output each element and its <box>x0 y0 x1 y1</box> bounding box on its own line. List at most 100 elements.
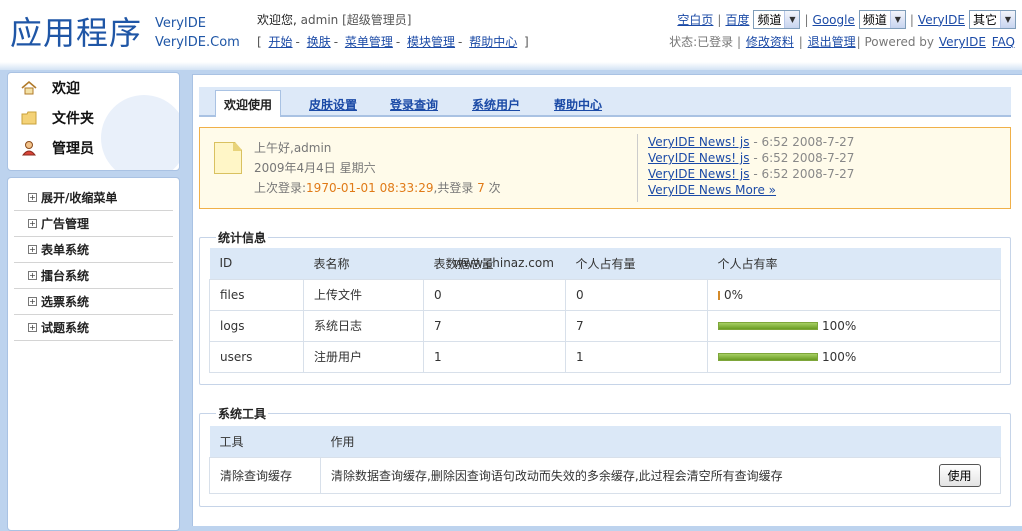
menu-item-forms[interactable]: + 表单系统 <box>14 237 173 263</box>
news-list: VeryIDE News! js - 6:52 2008-7-27 VeryID… <box>637 134 854 202</box>
expand-icon: + <box>28 245 37 254</box>
login-count-suffix: 次 <box>488 181 501 195</box>
baidu-link[interactable]: 百度 <box>725 11 749 28</box>
nav-skin-link[interactable]: 换肤 <box>307 35 331 49</box>
nav-module-link[interactable]: 模块管理 <box>407 35 455 49</box>
cell-total: 0 <box>423 278 566 311</box>
news-time: - 6:52 2008-7-27 <box>753 135 855 149</box>
nav-start-link[interactable]: 开始 <box>269 35 293 49</box>
cell-tool: 清除查询缓存 <box>209 456 321 494</box>
welcome-notice: 上午好,admin 2009年4月4日 星期六 上次登录:1970-01-01 … <box>199 127 1011 209</box>
tab-system-users[interactable]: 系统用户 <box>472 96 520 113</box>
column-header: 表数据总量 www.chinaz.com <box>423 248 566 279</box>
tab-login-query[interactable]: 登录查询 <box>390 96 438 113</box>
content-panel: 欢迎使用 皮肤设置 登录查询 系统用户 帮助中心 上午好,admin 2009年… <box>192 74 1022 526</box>
quick-nav: 欢迎 文件夹 管理员 <box>7 72 180 171</box>
cell-rate: 0% <box>707 278 1001 311</box>
use-button[interactable]: 使用 <box>938 463 981 487</box>
news-item: VeryIDE News! js - 6:52 2008-7-27 <box>648 166 854 182</box>
user-icon <box>20 139 38 157</box>
menu-item-exam[interactable]: + 试题系统 <box>14 315 173 341</box>
column-header: 个人占有量 <box>565 248 708 279</box>
cell-name: 上传文件 <box>303 278 424 311</box>
search-toolbar: 空白页 | 百度 频道 ▼ | Google 频道 ▼ | VeryIDE 其它 ▼ <box>677 10 1016 29</box>
faq-link[interactable]: FAQ <box>992 35 1015 49</box>
menu-item-label: 展开/收缩菜单 <box>41 191 118 205</box>
menu-item-toggle-all[interactable]: + 展开/收缩菜单 <box>14 185 173 211</box>
menu-item-arena[interactable]: + 擂台系统 <box>14 263 173 289</box>
sidebar-item-folder[interactable]: 文件夹 <box>8 103 179 133</box>
stats-legend: 统计信息 <box>216 229 269 246</box>
select-value: 频道 <box>757 13 782 27</box>
cell-total: 1 <box>423 340 566 373</box>
expand-icon: + <box>28 297 37 306</box>
tools-table: 工具 作用 清除查询缓存 清除数据查询缓存,删除因查询语句改动而失效的多余缓存,… <box>209 426 1001 494</box>
nav-bracket-open: [ <box>257 35 262 49</box>
logo-subtitle: VeryIDE VeryIDE.Com <box>155 14 240 52</box>
cell-own: 0 <box>565 278 708 311</box>
select-value: 其它 <box>972 13 997 27</box>
nav-help-link[interactable]: 帮助中心 <box>469 35 517 49</box>
chevron-down-icon: ▼ <box>784 11 800 28</box>
cell-total: 7 <box>423 309 566 342</box>
expand-icon: + <box>28 271 37 280</box>
news-more-link[interactable]: VeryIDE News More » <box>648 183 776 197</box>
powered-by-link[interactable]: VeryIDE <box>939 35 986 49</box>
cell-id: logs <box>209 309 304 342</box>
last-login-time: 1970-01-01 08:33:29 <box>306 181 434 195</box>
login-status: 状态:已登录 <box>669 35 734 49</box>
edit-profile-link[interactable]: 修改资料 <box>746 35 794 49</box>
table-row: files 上传文件 0 0 0% <box>209 278 1001 311</box>
chevron-down-icon: ▼ <box>889 11 905 28</box>
top-nav: [ 开始 - 换肤 - 菜单管理 - 模块管理 - 帮助中心 ] <box>257 35 529 49</box>
veryide-other-select[interactable]: 其它 ▼ <box>968 10 1016 29</box>
home-icon <box>20 79 38 97</box>
sidebar-item-admin[interactable]: 管理员 <box>8 133 179 163</box>
nav-menu-link[interactable]: 菜单管理 <box>345 35 393 49</box>
login-count: 7 <box>477 181 485 195</box>
stats-table: ID 表名称 表数据总量 www.chinaz.com 个人占有量 个人占有率 f… <box>209 248 1001 373</box>
stats-fieldset: 统计信息 ID 表名称 表数据总量 www.chinaz.com 个人占有量 个人… <box>199 229 1011 385</box>
baidu-channel-select[interactable]: 频道 ▼ <box>753 10 801 29</box>
last-login-line: 上次登录:1970-01-01 08:33:29,共登录 7 次 <box>254 178 501 198</box>
google-link[interactable]: Google <box>813 13 855 27</box>
welcome-text: 欢迎您, admin [超级管理员] <box>257 11 411 28</box>
cell-name: 注册用户 <box>303 340 424 373</box>
expand-icon: + <box>28 219 37 228</box>
powered-by-text: | Powered by <box>856 35 935 49</box>
google-channel-select[interactable]: 频道 ▼ <box>858 10 906 29</box>
menu-item-label: 广告管理 <box>41 217 90 231</box>
column-header: ID <box>209 248 304 279</box>
news-link[interactable]: VeryIDE News! js <box>648 151 750 165</box>
table-row: 清除查询缓存 清除数据查询缓存,删除因查询语句改动而失效的多余缓存,此过程会清空… <box>209 456 1001 494</box>
separator: | <box>737 35 742 49</box>
column-header: 作用 <box>320 426 1001 457</box>
news-link[interactable]: VeryIDE News! js <box>648 167 750 181</box>
greeting-text: 上午好,admin <box>254 141 332 155</box>
tab-skin[interactable]: 皮肤设置 <box>309 96 357 113</box>
sidebar-item-welcome[interactable]: 欢迎 <box>8 73 179 103</box>
folder-icon <box>20 109 38 127</box>
column-header: 个人占有率 <box>707 248 1001 279</box>
menu-item-ads[interactable]: + 广告管理 <box>14 211 173 237</box>
news-item: VeryIDE News More » <box>648 182 854 198</box>
sidebar-item-label: 欢迎 <box>52 81 80 97</box>
tab-welcome[interactable]: 欢迎使用 <box>215 90 282 117</box>
sidebar: 欢迎 文件夹 管理员 + 展开/收缩菜单 + 广告管理 + 表单系统 + 擂台系统 + 选… <box>0 70 186 531</box>
news-link[interactable]: VeryIDE News! js <box>648 135 750 149</box>
logout-link[interactable]: 退出管理 <box>808 35 856 49</box>
cell-rate: 100% <box>707 340 1001 373</box>
cell-desc: 清除数据查询缓存,删除因查询语句改动而失效的多余缓存,此过程会清空所有查询缓存 <box>320 456 939 494</box>
menu-item-label: 试题系统 <box>41 321 90 335</box>
veryide-link[interactable]: VeryIDE <box>918 13 965 27</box>
tab-help[interactable]: 帮助中心 <box>554 96 602 113</box>
menu-item-voting[interactable]: + 选票系统 <box>14 289 173 315</box>
column-header: 工具 <box>209 426 321 457</box>
menu-tree: + 展开/收缩菜单 + 广告管理 + 表单系统 + 擂台系统 + 选票系统 + 试题系统 <box>7 177 180 531</box>
cell-own: 7 <box>565 309 708 342</box>
sidebar-item-label: 管理员 <box>52 141 94 157</box>
app-logo: 应用程序 <box>10 14 143 52</box>
separator: | <box>909 12 914 27</box>
watermark-text: www.chinaz.com <box>453 256 554 270</box>
blank-page-link[interactable]: 空白页 <box>677 11 713 28</box>
